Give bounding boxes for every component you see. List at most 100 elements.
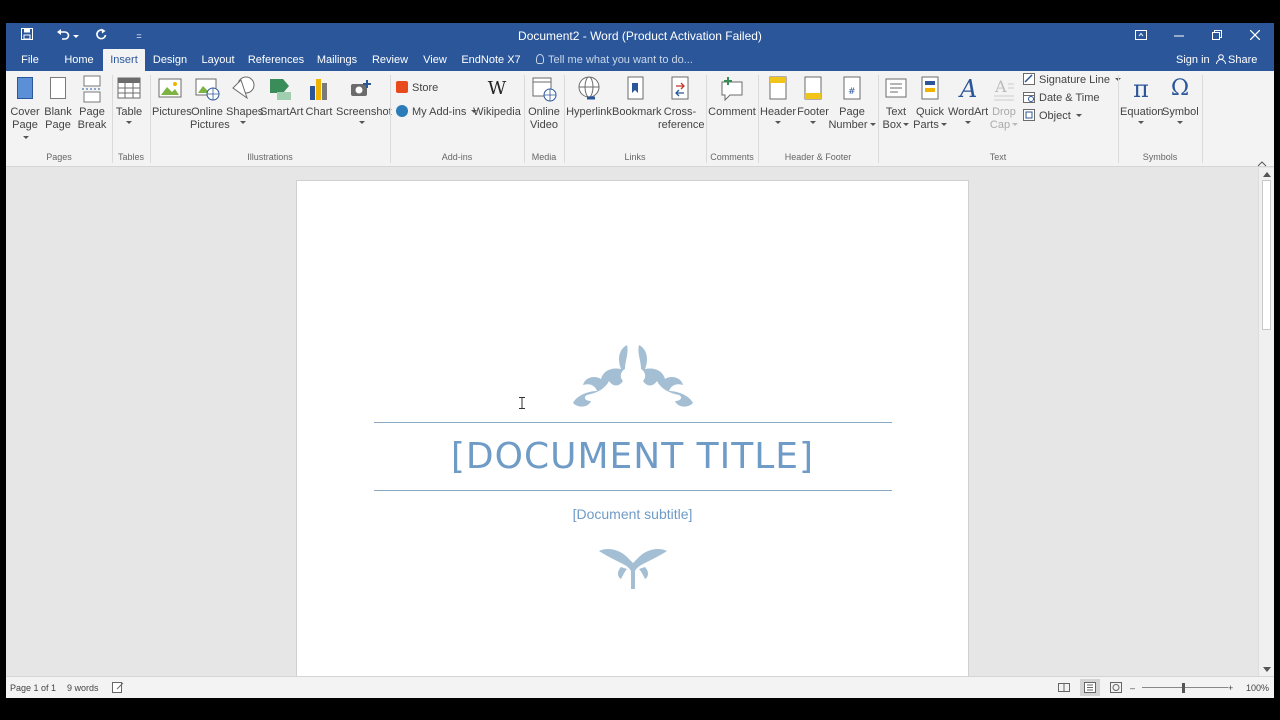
- hyperlink-button[interactable]: Hyperlink: [566, 74, 612, 119]
- equation-label: Equation: [1120, 106, 1164, 118]
- smartart-button[interactable]: SmartArt: [260, 74, 304, 119]
- bookmark-label: Bookmark: [612, 106, 662, 118]
- read-mode-icon[interactable]: [1058, 682, 1070, 693]
- tab-endnote[interactable]: EndNote X7: [460, 49, 522, 71]
- document-page[interactable]: [DOCUMENT TITLE] [Document subtitle]: [296, 180, 969, 676]
- scroll-up-icon[interactable]: [1263, 171, 1271, 177]
- omega-icon: Ω: [1170, 76, 1190, 101]
- group-separator: [1202, 75, 1203, 163]
- wikipedia-label: Wikipedia: [473, 106, 521, 118]
- quick-parts-label-2: Parts: [912, 119, 948, 132]
- zoom-level[interactable]: 100%: [1246, 677, 1269, 698]
- svg-text:A: A: [994, 77, 1007, 96]
- title-bar: = Document2 - Word (Product Activation F…: [6, 23, 1274, 49]
- date-time-button[interactable]: Date & Time: [1023, 90, 1100, 106]
- web-layout-icon[interactable]: [1110, 682, 1122, 693]
- signature-line-button[interactable]: Signature Line: [1023, 72, 1121, 88]
- pictures-button[interactable]: Pictures: [152, 74, 192, 119]
- blank-page-button[interactable]: Blank Page: [42, 74, 74, 132]
- calendar-icon: [1023, 91, 1035, 103]
- page-number-icon: #: [838, 74, 866, 104]
- restore-icon[interactable]: [1198, 23, 1236, 49]
- tab-view[interactable]: View: [419, 49, 451, 71]
- symbol-button[interactable]: Ω Symbol: [1162, 74, 1199, 124]
- tab-file[interactable]: File: [13, 49, 47, 71]
- tab-references[interactable]: References: [246, 49, 306, 71]
- collapse-ribbon-icon[interactable]: [1257, 155, 1267, 167]
- signature-line-icon: [1023, 73, 1035, 85]
- page-number-button[interactable]: # Page Number: [828, 74, 876, 132]
- equation-button[interactable]: π Equation: [1120, 74, 1164, 124]
- close-icon[interactable]: [1236, 23, 1274, 49]
- sign-in-link[interactable]: Sign in: [1176, 49, 1210, 71]
- screenshot-button[interactable]: Screenshot: [336, 74, 392, 124]
- tab-insert[interactable]: Insert: [103, 49, 145, 71]
- my-addins-button[interactable]: My Add-ins: [396, 104, 478, 120]
- word-count[interactable]: 9 words: [67, 677, 99, 698]
- group-label-symbols: Symbols: [1142, 152, 1178, 162]
- online-pictures-label-2: Pictures: [190, 119, 230, 131]
- share-button[interactable]: Share: [1216, 49, 1257, 71]
- wikipedia-icon: W: [487, 78, 507, 99]
- group-separator: [706, 75, 707, 163]
- online-video-icon: [530, 74, 558, 104]
- table-button[interactable]: Table: [114, 74, 144, 124]
- zoom-in-button[interactable]: +: [1228, 677, 1233, 698]
- footer-icon: [799, 74, 827, 104]
- smartart-label: SmartArt: [260, 106, 304, 118]
- header-button[interactable]: Header: [760, 74, 796, 124]
- scroll-down-icon[interactable]: [1263, 667, 1271, 673]
- proofing-icon[interactable]: [112, 682, 124, 693]
- wordart-button[interactable]: A WordArt: [948, 74, 988, 124]
- tell-me-box[interactable]: Tell me what you want to do...: [536, 49, 693, 71]
- scrollbar-thumb[interactable]: [1262, 180, 1271, 330]
- pi-icon: π: [1133, 75, 1149, 103]
- store-label: Store: [412, 82, 439, 94]
- footer-button[interactable]: Footer: [796, 74, 830, 124]
- comment-label: Comment: [708, 106, 756, 118]
- bookmark-button[interactable]: Bookmark: [612, 74, 662, 119]
- tab-review[interactable]: Review: [368, 49, 412, 71]
- shapes-button[interactable]: Shapes: [226, 74, 264, 124]
- bookmark-icon: [621, 74, 649, 104]
- online-pictures-button[interactable]: Online Pictures: [190, 74, 230, 132]
- blank-page-label-2: Page: [45, 119, 71, 131]
- comment-button[interactable]: Comment: [708, 74, 756, 119]
- cross-reference-label-2: reference: [658, 119, 705, 131]
- tab-mailings[interactable]: Mailings: [313, 49, 361, 71]
- zoom-slider[interactable]: [1142, 687, 1228, 688]
- word-window: = Document2 - Word (Product Activation F…: [6, 23, 1274, 698]
- page-break-button[interactable]: Page Break: [76, 74, 108, 132]
- page-count[interactable]: Page 1 of 1: [10, 677, 56, 698]
- cross-reference-button[interactable]: Cross- reference: [658, 74, 705, 132]
- group-label-addins: Add-ins: [441, 152, 473, 162]
- svg-text:#: #: [848, 87, 856, 97]
- drop-cap-button[interactable]: A Drop Cap: [988, 74, 1020, 132]
- minimize-icon[interactable]: [1160, 23, 1198, 49]
- store-button[interactable]: Store: [396, 80, 438, 96]
- vertical-scrollbar[interactable]: [1258, 168, 1274, 676]
- online-video-button[interactable]: Online Video: [526, 74, 562, 132]
- chart-button[interactable]: Chart: [304, 74, 334, 119]
- document-title[interactable]: [DOCUMENT TITLE]: [297, 436, 968, 477]
- zoom-out-button[interactable]: –: [1130, 677, 1135, 698]
- group-separator: [390, 75, 391, 163]
- group-separator: [878, 75, 879, 163]
- tab-design[interactable]: Design: [149, 49, 191, 71]
- tab-home[interactable]: Home: [61, 49, 97, 71]
- drop-cap-icon: A: [990, 74, 1018, 104]
- shapes-label: Shapes: [226, 106, 264, 118]
- cover-page-button[interactable]: Cover Page: [9, 74, 41, 145]
- tab-layout[interactable]: Layout: [198, 49, 238, 71]
- zoom-slider-thumb[interactable]: [1182, 683, 1185, 693]
- text-cursor-ibeam-icon: [519, 397, 525, 409]
- ribbon-display-options-icon[interactable]: [1122, 23, 1160, 49]
- online-pictures-label-1: Online: [191, 106, 223, 118]
- wikipedia-button[interactable]: W Wikipedia: [472, 74, 522, 119]
- quick-parts-button[interactable]: Quick Parts: [912, 74, 948, 132]
- document-subtitle[interactable]: [Document subtitle]: [297, 506, 968, 522]
- object-button[interactable]: Object: [1023, 108, 1082, 124]
- print-layout-icon[interactable]: [1080, 679, 1100, 696]
- text-box-button[interactable]: Text Box: [880, 74, 912, 132]
- group-separator: [112, 75, 113, 163]
